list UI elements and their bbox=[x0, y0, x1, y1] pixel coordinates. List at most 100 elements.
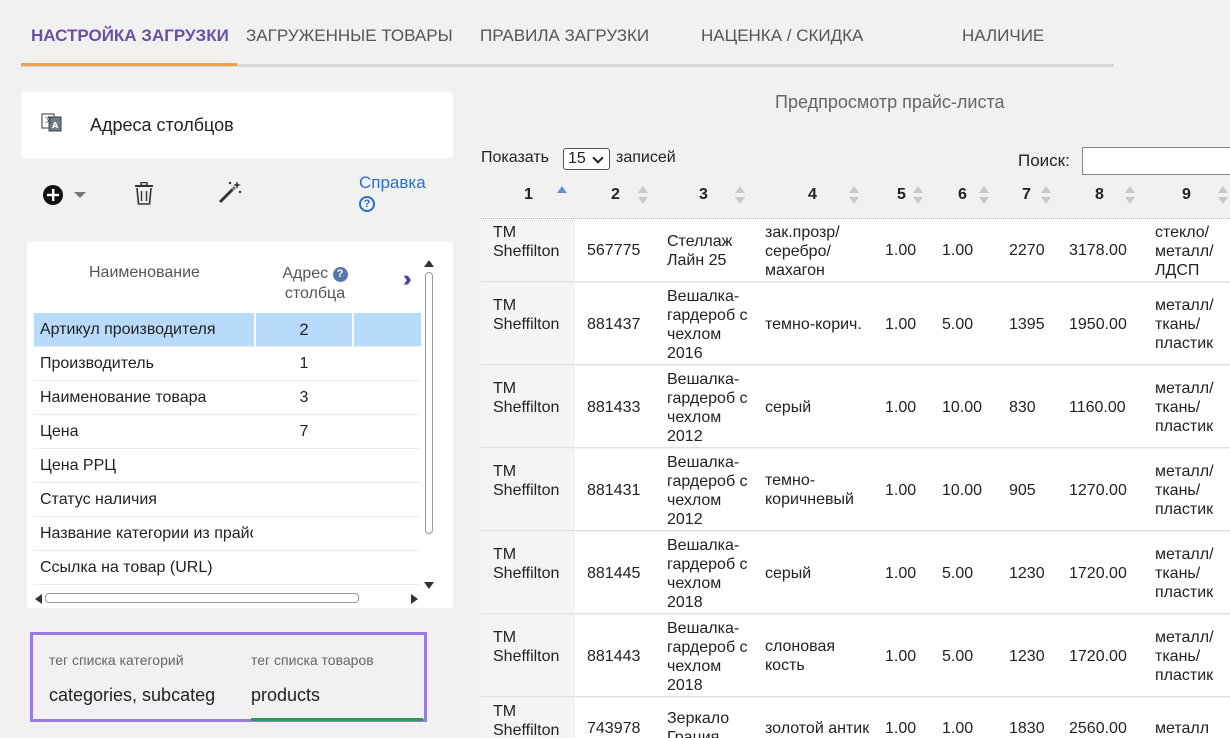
translate-icon: 文 A bbox=[41, 113, 62, 132]
table-cell: 1.00 bbox=[885, 316, 917, 333]
sort-icon[interactable] bbox=[913, 186, 923, 204]
table-cell: ТМ Sheffilton bbox=[493, 463, 560, 499]
mapping-field-name: Ссылка на товар (URL) bbox=[40, 559, 213, 576]
svg-text:A: A bbox=[52, 121, 59, 130]
column-header[interactable]: 5 bbox=[897, 186, 906, 204]
mapping-column-address[interactable]: 2 bbox=[254, 313, 354, 347]
table-cell: темно-корич. bbox=[765, 316, 862, 333]
table-cell: 10.00 bbox=[942, 482, 983, 499]
info-icon[interactable]: ? bbox=[332, 267, 348, 282]
help-question-icon[interactable]: ? bbox=[359, 196, 375, 212]
search-input[interactable] bbox=[1082, 147, 1230, 175]
mapping-column-address[interactable]: 7 bbox=[254, 415, 354, 449]
table-cell: 2270 bbox=[1009, 242, 1045, 259]
mapping-column-address[interactable]: 1 bbox=[254, 347, 354, 381]
table-row: ТМ Sheffilton 881437 Вешалка-гардероб с че… bbox=[481, 283, 1230, 365]
table-cell: Зеркало Грация bbox=[667, 710, 730, 738]
table-cell: 1.00 bbox=[885, 242, 917, 259]
table-cell: 1230 bbox=[1009, 648, 1045, 665]
scroll-right-icon[interactable] bbox=[411, 594, 418, 604]
table-cell: металл bbox=[1155, 720, 1210, 737]
table-cell: Вешалка-гардероб с чехлом 2012 bbox=[667, 454, 748, 528]
preview-title: Предпросмотр прайс-листа bbox=[775, 92, 1005, 112]
column-header[interactable]: 3 bbox=[699, 186, 708, 204]
column-header[interactable]: 1 bbox=[524, 186, 533, 204]
mapping-column-address[interactable] bbox=[254, 483, 354, 517]
table-cell: Вешалка-гардероб с чехлом 2018 bbox=[667, 537, 748, 611]
mapping-row[interactable]: Статус наличия bbox=[34, 483, 421, 517]
tab-upload-settings[interactable]: НАСТРОЙКА ЗАГРУЗКИ bbox=[31, 26, 229, 46]
tab-markup-discount[interactable]: НАЦЕНКА / СКИДКА bbox=[701, 26, 863, 46]
sort-icon[interactable] bbox=[735, 186, 745, 204]
scroll-up-icon[interactable] bbox=[424, 260, 434, 267]
table-cell: ТМ Sheffilton bbox=[493, 703, 560, 738]
table-cell: 1.00 bbox=[885, 565, 917, 582]
table-cell: 2560.00 bbox=[1069, 720, 1127, 737]
scroll-left-icon[interactable] bbox=[35, 594, 42, 604]
column-header[interactable]: 7 bbox=[1022, 186, 1031, 204]
table-row: ТМ Sheffilton 881443 Вешалка-гардероб с че… bbox=[481, 615, 1230, 697]
mapping-field-name: Артикул производителя bbox=[40, 321, 216, 338]
sort-icon[interactable] bbox=[1125, 186, 1135, 204]
mapping-row[interactable]: Ссылка на товар (URL) bbox=[34, 551, 421, 585]
table-cell: серый bbox=[765, 565, 812, 582]
mapping-field-name: Наименование товара bbox=[40, 389, 207, 406]
table-cell: 1395 bbox=[1009, 316, 1045, 333]
mapping-column-address[interactable] bbox=[254, 517, 354, 551]
header-address: Адрес ? столбца bbox=[275, 264, 355, 304]
table-cell: 5.00 bbox=[942, 648, 974, 665]
products-tag-input[interactable]: products bbox=[251, 685, 421, 706]
table-cell: 881443 bbox=[587, 648, 641, 665]
mapping-column-address[interactable] bbox=[254, 551, 354, 585]
table-cell: металл/ ткань/ пластик bbox=[1155, 297, 1214, 352]
trash-icon[interactable] bbox=[134, 182, 154, 206]
mapping-field-name: Название категории из прайс bbox=[40, 525, 253, 542]
sort-icon[interactable] bbox=[638, 186, 648, 204]
mapping-row[interactable]: Артикул производителя 2 bbox=[34, 313, 421, 347]
column-header[interactable]: 2 bbox=[611, 186, 620, 204]
column-header[interactable]: 9 bbox=[1182, 186, 1191, 204]
column-header[interactable]: 4 bbox=[808, 186, 817, 204]
vertical-scrollbar[interactable] bbox=[423, 258, 435, 594]
mapping-row[interactable]: Производитель 1 bbox=[34, 347, 421, 381]
double-chevron-right-icon[interactable]: ›› bbox=[403, 266, 411, 292]
sort-icon[interactable] bbox=[849, 186, 859, 204]
mapping-field-name: Цена РРЦ bbox=[40, 457, 117, 474]
mapping-row[interactable]: Название категории из прайс bbox=[34, 517, 421, 551]
table-cell: 743978 bbox=[587, 720, 641, 737]
page-size-select[interactable]: 15 bbox=[563, 148, 610, 170]
table-cell: 881433 bbox=[587, 399, 641, 416]
sort-icon[interactable] bbox=[1218, 186, 1228, 204]
category-tag-input[interactable]: categories, subcateg bbox=[49, 685, 229, 706]
add-dropdown-button[interactable] bbox=[42, 184, 88, 206]
scroll-down-icon[interactable] bbox=[424, 582, 434, 589]
mapping-column-address[interactable]: 3 bbox=[254, 381, 354, 415]
category-tag-label: тег списка категорий bbox=[49, 652, 184, 668]
table-cell: 1230 bbox=[1009, 565, 1045, 582]
horizontal-scrollbar[interactable] bbox=[35, 592, 419, 604]
table-cell: Стеллаж Лайн 25 bbox=[667, 233, 733, 269]
table-cell: 5.00 bbox=[942, 565, 974, 582]
table-cell: 567775 bbox=[587, 242, 641, 259]
tab-upload-rules[interactable]: ПРАВИЛА ЗАГРУЗКИ bbox=[480, 26, 649, 46]
sort-icon[interactable] bbox=[1041, 186, 1051, 204]
header-name: Наименование bbox=[89, 264, 200, 281]
column-header[interactable]: 8 bbox=[1095, 186, 1104, 204]
magic-wand-icon[interactable] bbox=[218, 180, 242, 204]
sort-icon[interactable] bbox=[979, 186, 989, 204]
help-link[interactable]: Справка bbox=[359, 173, 426, 193]
mapping-row[interactable]: Цена 7 bbox=[34, 415, 421, 449]
table-row: ТМ Sheffilton 567775 Стеллаж Лайн 25 зак.пр… bbox=[481, 219, 1230, 282]
mapping-row[interactable]: Наименование товара 3 bbox=[34, 381, 421, 415]
table-cell: 1720.00 bbox=[1069, 565, 1127, 582]
mapping-column-address[interactable] bbox=[254, 449, 354, 483]
tab-availability[interactable]: НАЛИЧИЕ bbox=[962, 26, 1044, 46]
mapping-row[interactable]: Цена РРЦ bbox=[34, 449, 421, 483]
scroll-thumb[interactable] bbox=[425, 272, 433, 534]
tab-uploaded-products[interactable]: ЗАГРУЖЕННЫЕ ТОВАРЫ bbox=[246, 26, 453, 46]
column-header[interactable]: 6 bbox=[958, 186, 967, 204]
table-row: ТМ Sheffilton 881445 Вешалка-гардероб с че… bbox=[481, 532, 1230, 614]
sort-ascending-icon[interactable] bbox=[557, 186, 567, 204]
scroll-thumb-horizontal[interactable] bbox=[45, 593, 359, 603]
table-cell: 1.00 bbox=[885, 648, 917, 665]
